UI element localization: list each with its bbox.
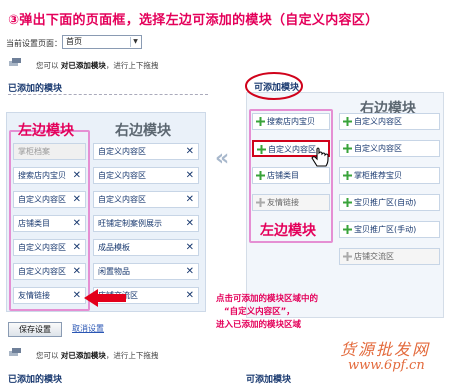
current-page-select[interactable]: 首页 ▼ [62,35,142,49]
module-label: 自定义内容区 [98,195,146,204]
module-label: 成品模板 [98,243,130,252]
available-modules-title: 可添加模块 [254,83,300,93]
close-icon[interactable]: ✕ [73,264,81,279]
right-region-label: 右边模块 [115,123,171,139]
module-item[interactable]: 搜索店内宝贝 ✕ [13,167,86,184]
drag-hint-bottom: 您可以 对已添加模块，进行上下拖拽 [36,351,159,360]
plus-icon [343,171,352,180]
module-item[interactable]: 旺铺定制案例展示 ✕ [93,215,199,232]
available-module-item[interactable]: 宝贝推广区(自动) [339,194,440,211]
plus-icon [343,252,352,261]
available-module-label: 自定义内容区 [268,145,316,154]
available-module-label: 掌柜推荐宝贝 [354,171,402,180]
available-module-label: 自定义内容区 [354,117,402,126]
available-module-item[interactable]: 掌柜推荐宝贝 [339,167,440,184]
close-icon[interactable]: ✕ [186,216,194,231]
drag-icon [9,58,21,66]
module-label: 友情链接 [18,291,50,300]
module-label: 自定义内容区 [18,243,66,252]
red-arrow-icon [84,289,126,307]
watermark-url: www.6pf.cn [348,358,425,373]
module-item[interactable]: 店铺类目 ✕ [13,215,86,232]
close-icon[interactable]: ✕ [73,168,81,183]
step-title: ③弹出下面的页面框，选择左边可添加的模块（自定义内容区） [8,13,379,28]
plus-icon [256,198,265,207]
available-module-item[interactable]: 宝贝推广区(手动) [339,221,440,238]
available-module-item[interactable]: 友情链接 [252,194,330,211]
available-module-label: 友情链接 [267,198,299,207]
close-icon[interactable]: ✕ [73,192,81,207]
annotation-line3: 进入已添加的模块区域 [216,320,302,330]
module-item[interactable]: 自定义内容区 ✕ [13,239,86,256]
available-modules-title-bottom: 可添加模块 [246,375,292,385]
drag-hint: 您可以 对已添加模块，进行上下拖拽 [36,61,159,70]
module-label: 店铺类目 [18,219,50,228]
plus-icon [256,171,265,180]
current-page-label: 当前设置页面： [6,39,62,48]
available-module-item[interactable]: 店铺交流区 [339,248,440,265]
available-module-item[interactable]: 搜索店内宝贝 [252,113,330,130]
chevron-down-icon[interactable]: ▼ [130,37,140,47]
module-item[interactable]: 自定义内容区 ✕ [13,191,86,208]
watermark-text: 货源批发网 [340,340,431,359]
cancel-link[interactable]: 取消设置 [72,323,104,334]
module-item[interactable]: 自定义内容区 ✕ [93,143,199,160]
module-item[interactable]: 自定义内容区 ✕ [93,167,199,184]
module-label: 旺铺定制案例展示 [98,219,162,228]
drag-icon [9,348,21,356]
annotation-line1: 点击可添加的模块区域中的 [216,294,319,304]
close-icon[interactable]: ✕ [73,216,81,231]
module-item[interactable]: 自定义内容区 ✕ [93,191,199,208]
available-module-label: 宝贝推广区(自动) [354,198,417,207]
available-module-item[interactable]: 自定义内容区 [339,113,440,130]
available-module-label: 搜索店内宝贝 [267,117,315,126]
available-module-label: 宝贝推广区(手动) [354,225,417,234]
plus-icon [343,117,352,126]
module-label: 掌柜档案 [18,147,50,156]
module-label: 自定义内容区 [18,267,66,276]
module-label: 搜索店内宝贝 [18,171,66,180]
close-icon[interactable]: ✕ [186,240,194,255]
module-label: 自定义内容区 [98,147,146,156]
available-left-label: 左边模块 [260,223,316,239]
plus-icon [257,145,266,154]
close-icon[interactable]: ✕ [186,264,194,279]
added-modules-title-bottom: 已添加的模块 [8,375,63,385]
module-item[interactable]: 成品模板 ✕ [93,239,199,256]
close-icon[interactable]: ✕ [186,144,194,159]
save-button[interactable]: 保存设置 [8,322,62,337]
left-region-label: 左边模块 [18,123,74,139]
added-modules-title: 已添加的模块 [8,84,63,94]
close-icon[interactable]: ✕ [73,288,81,303]
close-icon[interactable]: ✕ [73,240,81,255]
close-icon[interactable]: ✕ [186,288,194,303]
available-module-label: 店铺交流区 [354,252,394,261]
available-module-label: 自定义内容区 [354,144,402,153]
divider [8,94,208,95]
plus-icon [343,144,352,153]
module-label: 闲置物品 [98,267,130,276]
close-icon[interactable]: ✕ [186,168,194,183]
module-item[interactable]: 自定义内容区 ✕ [13,263,86,280]
plus-icon [343,198,352,207]
module-item[interactable]: 掌柜档案 [13,143,86,160]
available-module-item[interactable]: 自定义内容区 [339,140,440,157]
annotation-line2: “自定义内容区”， [224,307,295,317]
module-item[interactable]: 闲置物品 ✕ [93,263,199,280]
current-page-value: 首页 [66,37,82,46]
hand-pointer-icon [311,147,329,167]
plus-icon [256,117,265,126]
module-item[interactable]: 友情链接 ✕ [13,287,86,304]
module-label: 自定义内容区 [98,171,146,180]
module-label: 自定义内容区 [18,195,66,204]
double-chevron-left-icon: « [215,146,230,171]
available-module-label: 店铺类目 [267,171,299,180]
close-icon[interactable]: ✕ [186,192,194,207]
plus-icon [343,225,352,234]
